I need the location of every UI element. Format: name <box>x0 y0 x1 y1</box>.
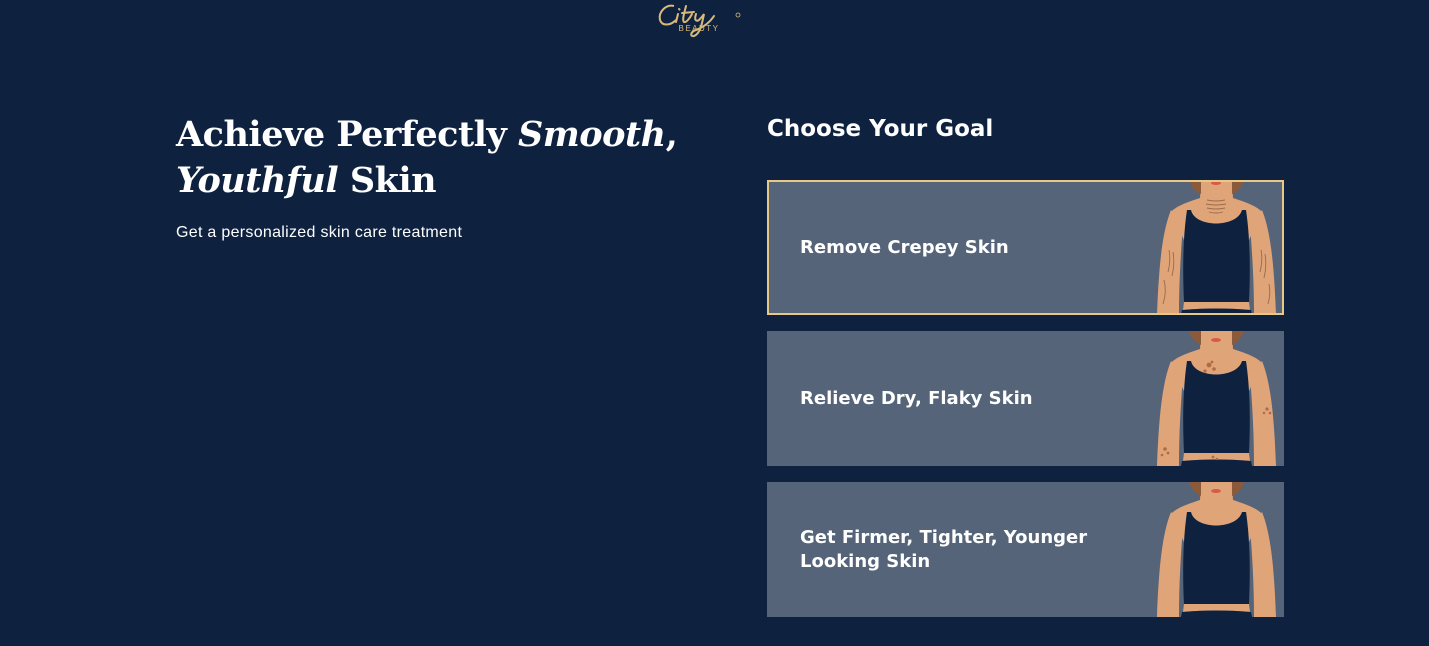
goal-option-label: Get Firmer, Tighter, Younger Looking Ski… <box>800 526 1088 572</box>
headline-part-2: , <box>665 114 678 155</box>
headline-emphasis-smooth: Smooth <box>517 114 666 155</box>
goal-option-label: Relieve Dry, Flaky Skin <box>800 387 1033 409</box>
goal-option-relieve-dry-flaky-skin[interactable]: Relieve Dry, Flaky Skin <box>767 331 1284 466</box>
logo-script-icon <box>658 4 741 38</box>
hero-headline: Achieve Perfectly Smooth, Youthful Skin <box>176 112 696 204</box>
body-figure-dry-skin-icon <box>1157 331 1276 466</box>
headline-emphasis-youthful: Youthful <box>176 160 339 201</box>
goal-option-remove-crepey-skin[interactable]: Remove Crepey Skin <box>767 180 1284 315</box>
goal-section-title: Choose Your Goal <box>767 116 994 142</box>
city-beauty-logo[interactable]: BEAUTY <box>654 0 744 40</box>
goal-option-firmer-tighter-skin[interactable]: Get Firmer, Tighter, Younger Looking Ski… <box>767 482 1284 617</box>
body-figure-crepey-icon <box>1157 182 1276 313</box>
hero-section: Achieve Perfectly Smooth, Youthful Skin … <box>176 112 696 242</box>
logo-subtext: BEAUTY <box>678 24 720 33</box>
goal-option-label: Remove Crepey Skin <box>800 236 1009 258</box>
hero-subtitle: Get a personalized skin care treatment <box>176 224 463 241</box>
headline-part-1: Achieve Perfectly <box>176 114 518 155</box>
body-figure-firm-skin-icon <box>1157 482 1276 617</box>
headline-part-3: Skin <box>338 160 437 201</box>
